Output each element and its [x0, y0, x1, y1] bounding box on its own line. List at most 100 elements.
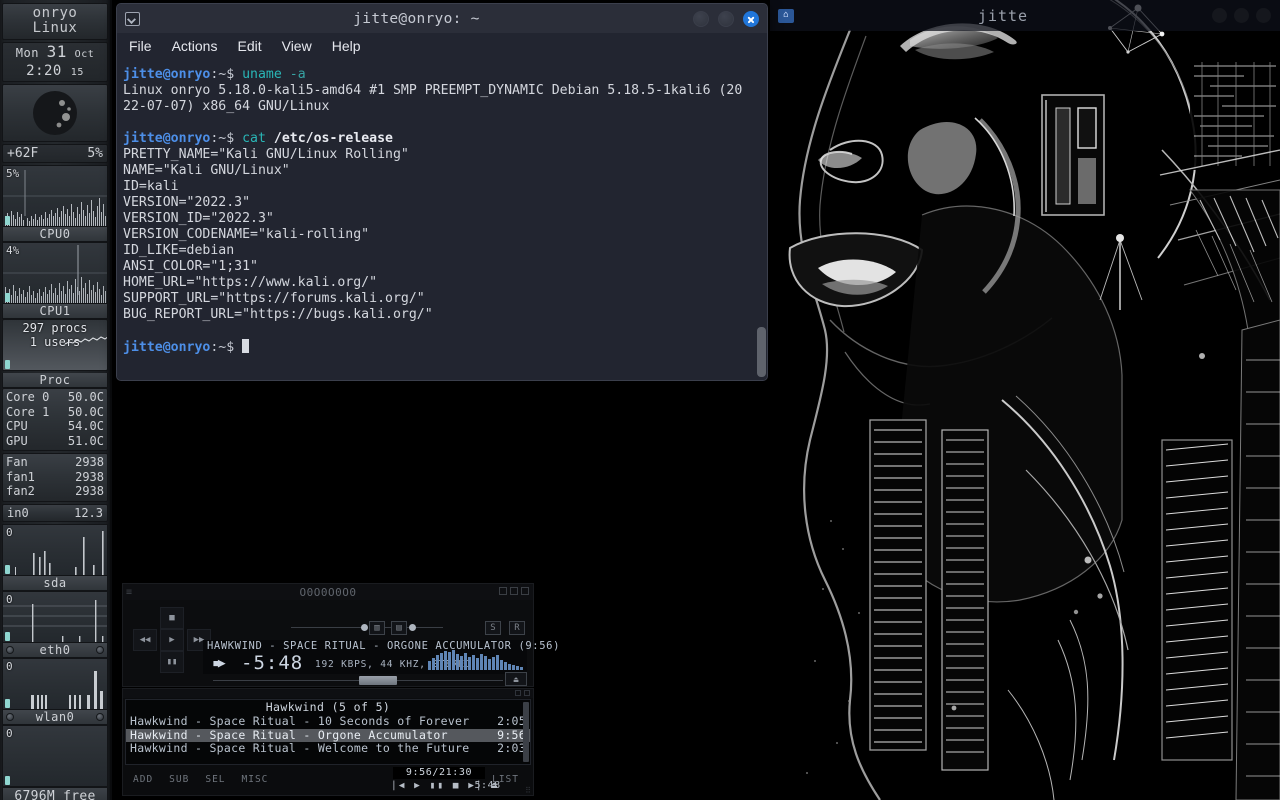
memory-graph[interactable]: 0	[2, 724, 108, 787]
stop-icon[interactable]: ■	[160, 607, 184, 629]
player-shade-button[interactable]	[510, 587, 518, 595]
terminal-titlebar[interactable]: jitte@onryo: ~	[117, 4, 767, 33]
disk-graph[interactable]: 0	[2, 523, 108, 576]
audio-player-window[interactable]: ≡ O0O0O0O0 ■ ◀◀ ▶ ▶▶ ▮▮ ▥ ▤ S R HAWKWIND…	[122, 583, 559, 688]
playlist-window[interactable]: Hawkwind (5 of 5) Hawkwind - Space Ritua…	[122, 688, 534, 796]
terminal-scrollbar[interactable]	[757, 327, 766, 377]
wlan0-graph[interactable]: 0	[2, 657, 108, 710]
repeat-button[interactable]: R	[509, 621, 525, 635]
terminal-title: jitte@onryo: ~	[353, 10, 480, 27]
terminal-output[interactable]: jitte@onryo:~$ uname -a Linux onryo 5.18…	[117, 59, 767, 380]
player-minimize-button[interactable]	[499, 587, 507, 595]
disk-label[interactable]: sda	[2, 575, 108, 591]
list-button[interactable]: LIST	[492, 774, 519, 785]
track-time: 2:05	[497, 714, 526, 728]
sub-button[interactable]: SUB	[169, 774, 189, 785]
output-line: PRETTY_NAME="Kali GNU/Linux Rolling"	[123, 147, 409, 162]
terminal-window[interactable]: jitte@onryo: ~ File Actions Edit View He…	[116, 3, 768, 381]
menu-edit[interactable]: Edit	[237, 38, 261, 54]
time-remaining[interactable]: -5:48	[241, 652, 303, 674]
temp-row: Core 1 50.0C	[6, 405, 104, 420]
balance-slider-knob[interactable]	[409, 624, 416, 631]
playlist-icon[interactable]: ▤	[391, 621, 407, 635]
proc-label[interactable]: Proc	[2, 373, 108, 388]
eject-icon[interactable]: ⏏	[505, 672, 527, 686]
playlist-shade-button[interactable]	[515, 690, 521, 696]
minimize-button[interactable]	[693, 10, 709, 27]
memory-row-ram[interactable]: 6796M free	[2, 786, 108, 800]
temp-row: GPU 51.0C	[6, 434, 104, 449]
seek-bar[interactable]	[213, 676, 503, 685]
right-window-buttons[interactable]	[1212, 8, 1271, 23]
maximize-button[interactable]	[718, 10, 734, 27]
list-item[interactable]: Hawkwind - Space Ritual - 10 Seconds of …	[126, 714, 530, 729]
list-item[interactable]: Hawkwind - Space Ritual - Welcome to the…	[126, 741, 530, 756]
wallpaper-artwork	[770, 0, 1280, 800]
proc-led	[5, 360, 10, 369]
fan-row: fan1 2938	[6, 470, 104, 485]
output-line: VERSION="2022.3"	[123, 195, 251, 210]
playlist-close-button[interactable]	[524, 690, 530, 696]
system-monitor-sidebar[interactable]: onryo Linux Mon 31 Oct 2:20 15 +62F 5% 5…	[0, 0, 112, 800]
memory-graph-value: 0	[6, 726, 13, 740]
terminal-menubar[interactable]: File Actions Edit View Help	[117, 33, 767, 59]
right-window-titlebar[interactable]: ⌂ jitte	[770, 0, 1280, 31]
player-display: HAWKWIND - SPACE RITUAL - ORGONE ACCUMUL…	[203, 640, 559, 674]
menu-file[interactable]: File	[129, 38, 152, 54]
volume-slider-track[interactable]	[291, 627, 367, 628]
knob-left-icon	[6, 645, 14, 654]
playlist-scrollbar[interactable]	[523, 702, 529, 762]
output-line: ID=kali	[123, 179, 179, 194]
command-cat: cat	[242, 131, 266, 146]
cpu1-graph[interactable]: 4%	[2, 242, 108, 304]
playlist-total-time: 9:56/21:30	[393, 767, 485, 779]
proc-graph[interactable]: 297 procs 1 users	[2, 319, 108, 371]
seek-thumb[interactable]	[359, 676, 397, 685]
prompt-punct: :~$	[210, 67, 243, 82]
pause-icon[interactable]: ▮▮	[160, 651, 184, 673]
temp-value: 50.0C	[67, 404, 104, 419]
player-window-buttons[interactable]	[499, 587, 529, 595]
fan-row: fan2 2938	[6, 484, 104, 499]
track-name: Hawkwind - Space Ritual - Welcome to the…	[130, 741, 470, 755]
close-button[interactable]	[1256, 8, 1271, 23]
close-button[interactable]	[743, 10, 759, 27]
prev-icon[interactable]: ◀◀	[133, 629, 157, 651]
sel-button[interactable]: SEL	[205, 774, 225, 785]
output-line: ID_LIKE=debian	[123, 243, 235, 258]
voltage-value: 12.3	[74, 505, 103, 520]
cpu1-label[interactable]: CPU1	[2, 304, 108, 319]
misc-button[interactable]: MISC	[242, 774, 269, 785]
command-uname: uname	[242, 67, 282, 82]
playlist-resize-grip[interactable]: ⠿	[525, 786, 531, 795]
knob-right-icon	[96, 712, 104, 721]
player-main: ■ ◀◀ ▶ ▶▶ ▮▮ ▥ ▤ S R HAWKWIND - SPACE RI…	[123, 600, 559, 688]
menu-view[interactable]: View	[282, 38, 312, 54]
cpu0-graph[interactable]: 5%	[2, 165, 108, 227]
playlist-entries[interactable]: Hawkwind (5 of 5) Hawkwind - Space Ritua…	[125, 699, 531, 765]
play-icon[interactable]: ▶	[160, 629, 184, 651]
clock-panel: Mon 31 Oct 2:20 15	[2, 42, 108, 82]
maximize-button[interactable]	[1234, 8, 1249, 23]
outside-temperature: +62F	[7, 146, 39, 161]
terminal-window-buttons[interactable]	[693, 10, 759, 27]
eth0-label[interactable]: eth0	[2, 642, 108, 658]
playlist-operations[interactable]: ADD SUB SEL MISC	[133, 774, 268, 785]
clock-weekday: Mon	[15, 46, 39, 60]
minimize-button[interactable]	[1212, 8, 1227, 23]
equalizer-icon[interactable]: ▥	[369, 621, 385, 635]
add-button[interactable]: ADD	[133, 774, 153, 785]
temp-value: 50.0C	[67, 390, 104, 404]
player-close-button[interactable]	[521, 587, 529, 595]
list-item[interactable]: Hawkwind - Space Ritual - Orgone Accumul…	[126, 728, 530, 742]
menu-help[interactable]: Help	[332, 38, 361, 54]
volume-slider-knob[interactable]	[361, 624, 368, 631]
shuffle-button[interactable]: S	[485, 621, 501, 635]
eth0-value: 0	[6, 592, 13, 606]
eth0-graph[interactable]: 0	[2, 590, 108, 643]
menu-actions[interactable]: Actions	[172, 38, 218, 54]
playlist-titlebar[interactable]	[123, 689, 533, 698]
wlan0-label[interactable]: wlan0	[2, 709, 108, 725]
player-titlebar[interactable]: ≡ O0O0O0O0	[123, 584, 533, 600]
cpu0-label[interactable]: CPU0	[2, 227, 108, 242]
